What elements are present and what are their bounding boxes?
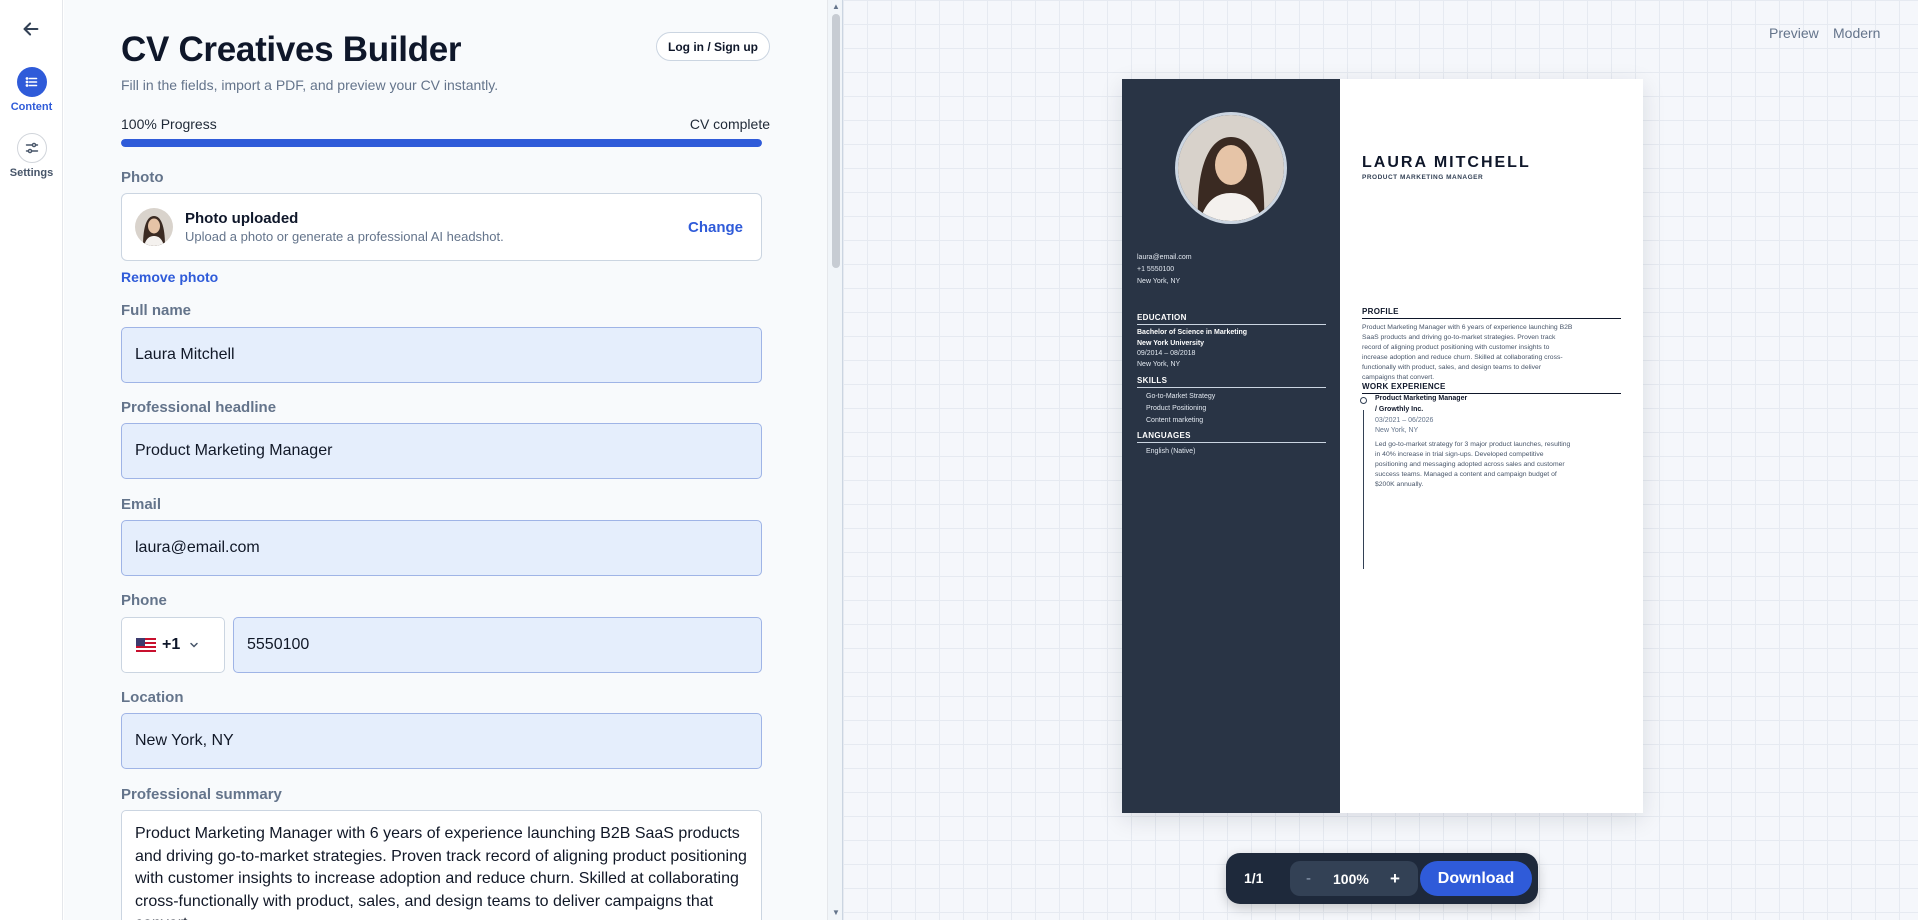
cv-edu-dates: 09/2014 – 08/2018 <box>1137 350 1196 357</box>
nav-item-content[interactable]: Content <box>0 67 63 113</box>
cv-photo <box>1175 112 1287 224</box>
progress-bar <box>121 139 762 147</box>
cv-job-line: Led go-to-market strategy for 3 major pr… <box>1375 441 1571 448</box>
cv-languages-heading: LANGUAGES <box>1137 431 1326 443</box>
back-arrow-icon[interactable] <box>20 18 42 40</box>
cv-education-heading: EDUCATION <box>1137 313 1326 325</box>
page-subtitle: Fill in the fields, import a PDF, and pr… <box>121 77 499 93</box>
phone-label: Phone <box>121 592 167 609</box>
progress-label: 100% Progress <box>121 116 217 132</box>
cv-job-line: in 40% increase in trial sign-ups. Devel… <box>1375 451 1544 458</box>
cv-profile-line: functionally with product, sales, and de… <box>1362 364 1542 371</box>
location-label: Location <box>121 689 184 706</box>
cv-skill-item: Product Positioning <box>1146 405 1207 412</box>
cv-skill-item: Content marketing <box>1146 417 1204 424</box>
cv-sidebar: laura@email.com +1 5550100 New York, NY … <box>1122 79 1340 813</box>
cv-name: LAURA MITCHELL <box>1362 154 1531 171</box>
template-mode-link[interactable]: Modern <box>1833 25 1880 41</box>
nav-item-label: Content <box>10 101 53 113</box>
zoom-in-button[interactable]: + <box>1390 869 1400 889</box>
preview-toolbar: 1/1 - 100% + Download <box>1226 853 1538 904</box>
photo-label: Photo <box>121 169 164 186</box>
form-scrollbar[interactable]: ▲ ▼ <box>827 0 843 920</box>
photo-status-title: Photo uploaded <box>185 210 299 227</box>
cv-profile-line: Product Marketing Manager with 6 years o… <box>1362 324 1573 331</box>
photo-status-subtitle: Upload a photo or generate a professiona… <box>185 229 504 244</box>
cv-degree: Bachelor of Science in Marketing <box>1137 329 1248 336</box>
summary-label: Professional summary <box>121 786 282 803</box>
chevron-down-icon <box>190 642 198 648</box>
cv-page: laura@email.com +1 5550100 New York, NY … <box>1122 79 1643 813</box>
cv-job-line: success teams. Managed a content and cam… <box>1375 471 1557 478</box>
scrollbar-thumb[interactable] <box>832 14 840 268</box>
avatar <box>135 208 173 246</box>
cv-location: New York, NY <box>1137 278 1181 285</box>
country-code-select[interactable]: +1 <box>121 617 225 673</box>
zoom-controls: - 100% + <box>1290 861 1418 896</box>
scroll-down-arrow-icon[interactable]: ▼ <box>832 908 840 917</box>
cv-edu-location: New York, NY <box>1137 361 1181 368</box>
cv-headline: PRODUCT MARKETING MANAGER <box>1362 174 1484 181</box>
nav-item-label: Settings <box>9 167 54 179</box>
email-label: Email <box>121 496 162 513</box>
cv-profile-line: SaaS products and driving go-to-market s… <box>1362 334 1556 341</box>
cv-timeline-dot <box>1360 397 1367 404</box>
remove-photo-link[interactable]: Remove photo <box>121 269 218 285</box>
full-name-input[interactable]: Laura Mitchell <box>121 327 762 383</box>
cv-profile-line: record of aligning product positioning w… <box>1362 344 1550 351</box>
cv-timeline-line <box>1363 410 1364 569</box>
progress-status: CV complete <box>689 116 770 132</box>
full-name-label: Full name <box>121 302 192 319</box>
scroll-up-arrow-icon[interactable]: ▲ <box>832 2 840 11</box>
cv-phone: +1 5550100 <box>1137 266 1175 273</box>
headline-input[interactable]: Product Marketing Manager <box>121 423 762 479</box>
headline-label: Professional headline <box>121 399 277 416</box>
cv-job-line: positioning and messaging adopted across… <box>1375 461 1565 468</box>
page-indicator: 1/1 <box>1244 870 1264 886</box>
nav-item-settings[interactable]: Settings <box>0 133 63 179</box>
zoom-level: 100% <box>1333 871 1369 887</box>
form-panel: CV Creatives Builder Fill in the fields,… <box>64 0 827 920</box>
sliders-icon <box>16 133 47 163</box>
nav-rail: Content Settings <box>0 0 63 920</box>
cv-job-company: / Growthly Inc. <box>1375 406 1424 413</box>
list-icon <box>16 67 47 97</box>
cv-job-location: New York, NY <box>1375 427 1419 434</box>
us-flag-icon <box>136 638 156 652</box>
cv-job-dates: 03/2021 – 06/2026 <box>1375 417 1434 424</box>
photo-card: Photo uploaded Upload a photo or generat… <box>121 193 762 261</box>
progress-bar-fill <box>121 139 762 147</box>
login-signup-button[interactable]: Log in / Sign up <box>656 32 770 61</box>
preview-mode-link[interactable]: Preview <box>1769 25 1819 41</box>
cv-email: laura@email.com <box>1137 254 1192 261</box>
summary-textarea[interactable]: Product Marketing Manager with 6 years o… <box>121 810 762 920</box>
download-button[interactable]: Download <box>1420 861 1532 896</box>
change-photo-button[interactable]: Change <box>688 219 743 236</box>
page-title: CV Creatives Builder <box>121 30 462 69</box>
cv-skill-item: Go-to-Market Strategy <box>1146 393 1216 400</box>
location-input[interactable]: New York, NY <box>121 713 762 769</box>
cv-job-title: Product Marketing Manager <box>1375 395 1468 402</box>
cv-work-heading: WORK EXPERIENCE <box>1362 382 1621 394</box>
zoom-out-button[interactable]: - <box>1306 870 1311 887</box>
cv-profile-heading: PROFILE <box>1362 307 1621 319</box>
phone-input[interactable]: 5550100 <box>233 617 762 673</box>
cv-profile-line: increase adoption and reduce churn. Skil… <box>1362 354 1563 361</box>
cv-school: New York University <box>1137 340 1205 347</box>
cv-skills-heading: SKILLS <box>1137 376 1326 388</box>
cv-job-line: $200K annually. <box>1375 481 1424 488</box>
country-code-value: +1 <box>162 636 181 653</box>
email-input[interactable]: laura@email.com <box>121 520 762 576</box>
cv-language-item: English (Native) <box>1146 448 1196 455</box>
